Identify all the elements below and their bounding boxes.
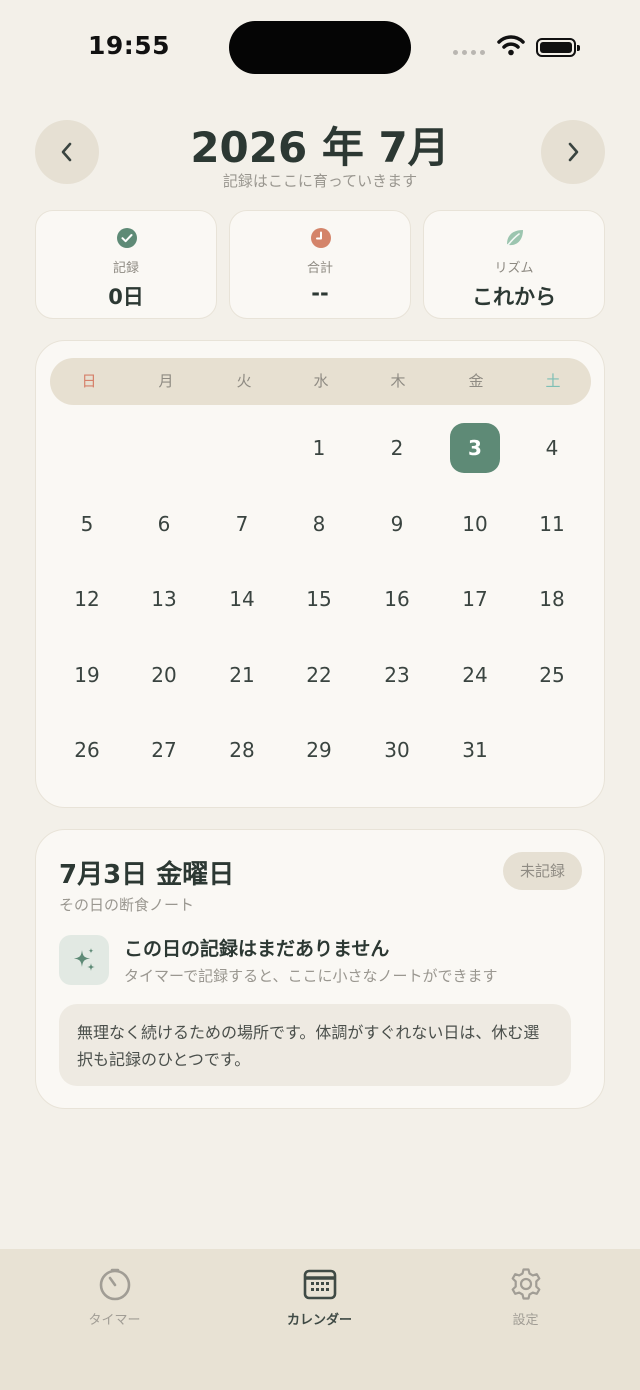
empty-state-subtitle: タイマーで記録すると、ここに小さなノートができます xyxy=(124,967,498,985)
weekday-sun: 日 xyxy=(81,372,97,390)
calendar-day[interactable]: 16 xyxy=(372,574,422,624)
tab-bar: タイマー カレンダー 設定 xyxy=(0,1249,640,1390)
weekday-mon: 月 xyxy=(158,372,174,390)
weekday-header: 日 月 火 水 木 金 土 xyxy=(50,358,591,405)
calendar-day[interactable]: 26 xyxy=(62,725,112,775)
tab-settings[interactable]: 設定 xyxy=(419,1249,632,1349)
calendar-day[interactable]: 30 xyxy=(372,725,422,775)
calendar-day[interactable]: 23 xyxy=(372,650,422,700)
calendar-day[interactable]: 17 xyxy=(450,574,500,624)
status-badge: 未記録 xyxy=(503,852,582,890)
tab-calendar[interactable]: カレンダー xyxy=(213,1249,426,1349)
next-month-button[interactable] xyxy=(541,120,605,184)
timer-icon xyxy=(99,1268,130,1301)
cellular-signal-icon xyxy=(453,50,485,55)
empty-state-title: この日の記録はまだありません xyxy=(124,938,390,960)
calendar-day[interactable]: 14 xyxy=(217,574,267,624)
empty-state-icon-box xyxy=(59,935,109,985)
detail-date-title: 7月3日 金曜日 xyxy=(59,860,235,890)
stat-label: 記録 xyxy=(112,261,139,276)
calendar-day[interactable]: 15 xyxy=(294,574,344,624)
weekday-sat: 土 xyxy=(545,372,561,390)
weekday-fri: 金 xyxy=(468,372,484,390)
calendar-day[interactable]: 1 xyxy=(294,423,344,473)
clock-icon xyxy=(311,228,331,248)
stat-label: 合計 xyxy=(306,261,333,276)
calendar-day[interactable]: 6 xyxy=(139,499,189,549)
status-bar: 19:55 xyxy=(0,0,640,96)
info-note: 無理なく続けるための場所です。体調がすぐれない日は、休む選択も記録のひとつです。 xyxy=(59,1004,571,1086)
calendar-day[interactable]: 29 xyxy=(294,725,344,775)
calendar-day[interactable]: 24 xyxy=(450,650,500,700)
stat-card-records: 記録 0日 xyxy=(35,210,217,319)
calendar-icon xyxy=(303,1269,336,1300)
sparkles-icon xyxy=(74,948,95,971)
day-detail-card: 7月3日 金曜日 その日の断食ノート 未記録 この日の記録はまだありません タイ… xyxy=(35,829,605,1109)
calendar-day[interactable]: 22 xyxy=(294,650,344,700)
calendar-card: 日 月 火 水 木 金 土 1 2 3 4 5 6 7 8 9 10 11 12 13 14 15 16 17 1… xyxy=(35,340,605,808)
weekday-thu: 木 xyxy=(390,372,406,390)
calendar-day[interactable]: 8 xyxy=(294,499,344,549)
calendar-day[interactable]: 2 xyxy=(372,423,422,473)
tab-timer[interactable]: タイマー xyxy=(8,1249,221,1349)
wifi-icon xyxy=(497,35,525,56)
status-time: 19:55 xyxy=(88,31,171,60)
leaf-icon xyxy=(507,230,523,246)
stat-card-rhythm: リズム これから xyxy=(423,210,605,319)
calendar-day[interactable]: 27 xyxy=(139,725,189,775)
tab-label: 設定 xyxy=(512,1313,539,1328)
stat-value: これから xyxy=(472,285,556,309)
calendar-day[interactable]: 18 xyxy=(527,574,577,624)
calendar-day[interactable]: 11 xyxy=(527,499,577,549)
detail-subtitle: その日の断食ノート xyxy=(59,896,195,914)
battery-icon xyxy=(536,38,580,57)
stat-value: -- xyxy=(311,281,329,305)
weekday-wed: 水 xyxy=(313,372,329,390)
calendar-day[interactable]: 5 xyxy=(62,499,112,549)
calendar-day[interactable]: 21 xyxy=(217,650,267,700)
gear-icon xyxy=(511,1268,540,1300)
calendar-day[interactable]: 12 xyxy=(62,574,112,624)
calendar-day[interactable]: 10 xyxy=(450,499,500,549)
calendar-day[interactable]: 20 xyxy=(139,650,189,700)
tab-label: カレンダー xyxy=(286,1313,352,1328)
weekday-tue: 火 xyxy=(236,372,252,390)
calendar-day[interactable]: 7 xyxy=(217,499,267,549)
calendar-day[interactable]: 28 xyxy=(217,725,267,775)
stat-value: 0日 xyxy=(108,285,144,309)
stat-card-total: 合計 -- xyxy=(229,210,411,319)
check-circle-icon xyxy=(117,228,137,248)
calendar-day[interactable]: 31 xyxy=(450,725,500,775)
calendar-day[interactable]: 9 xyxy=(372,499,422,549)
tab-label: タイマー xyxy=(88,1313,141,1328)
calendar-day[interactable]: 3 xyxy=(450,423,500,473)
dynamic-island xyxy=(229,21,411,74)
month-subtitle: 記録はここに育っていきます xyxy=(222,172,418,190)
stat-label: リズム xyxy=(494,261,534,276)
calendar-day[interactable]: 13 xyxy=(139,574,189,624)
calendar-day[interactable]: 19 xyxy=(62,650,112,700)
calendar-day[interactable]: 25 xyxy=(527,650,577,700)
chevron-right-icon xyxy=(568,142,579,162)
calendar-day[interactable]: 4 xyxy=(527,423,577,473)
